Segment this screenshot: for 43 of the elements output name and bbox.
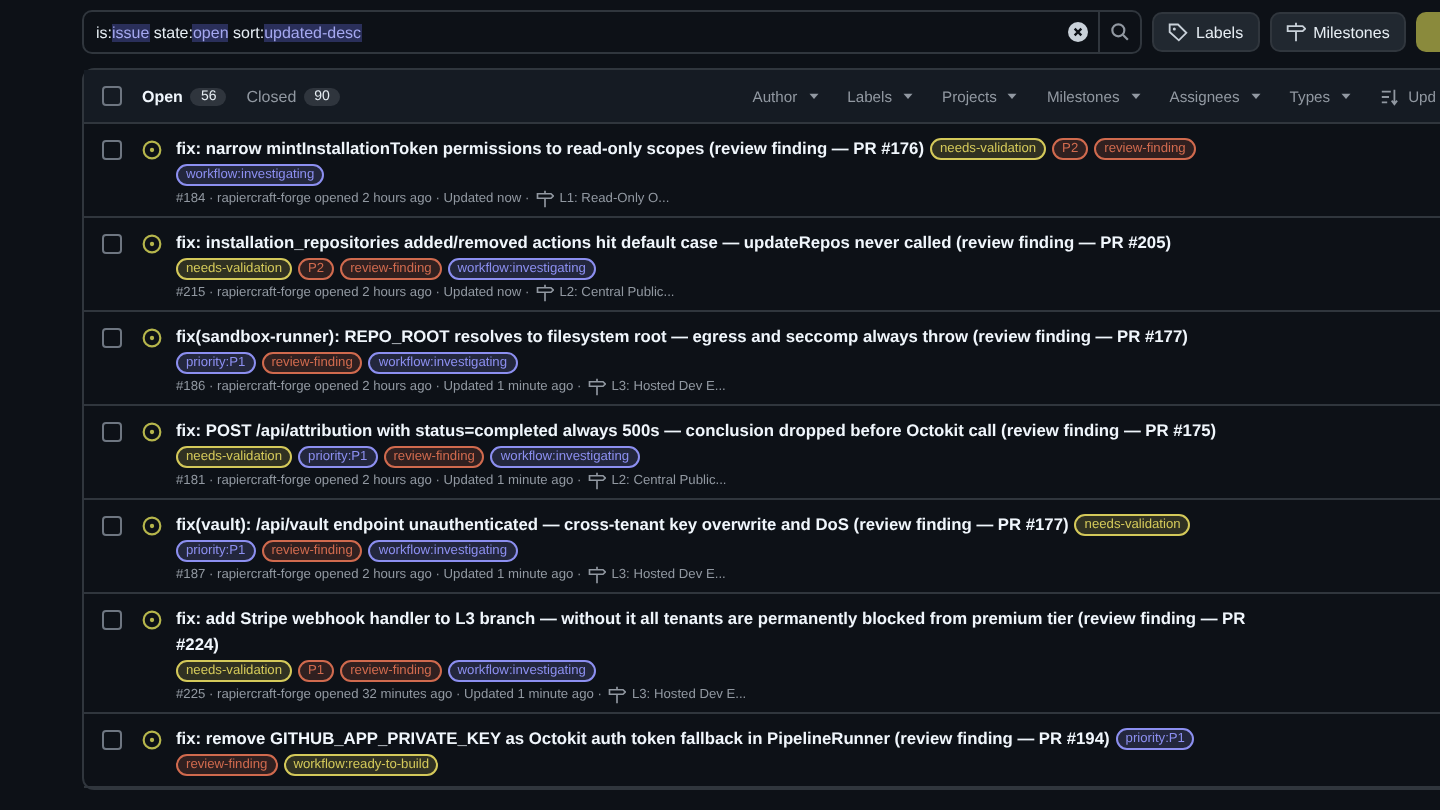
row-checkbox[interactable]	[102, 730, 122, 750]
select-all-checkbox[interactable]	[102, 86, 122, 106]
labels-button[interactable]: Labels	[1152, 12, 1260, 52]
row-checkbox[interactable]	[102, 516, 122, 536]
issue-title-link[interactable]: fix(sandbox-runner): REPO_ROOT resolves to filesystem root — egress and seccomp always throw (review finding — PR #177)	[176, 324, 1188, 350]
clear-icon[interactable]	[1068, 22, 1088, 42]
caret-icon	[1006, 90, 1019, 102]
issue-title-link[interactable]: fix: remove GITHUB_APP_PRIVATE_KEY as Octokit auth token fallback in PipelineRunner (review finding — PR #194)	[176, 726, 1110, 752]
signpost-icon	[587, 566, 606, 584]
caret-icon	[807, 90, 820, 102]
signpost-icon	[535, 284, 554, 302]
row-checkbox[interactable]	[102, 234, 122, 254]
signpost-icon	[1285, 22, 1306, 42]
search-query: is:issue state:open sort:updated-desc	[96, 23, 364, 41]
open-issue-icon	[142, 730, 162, 750]
issue-title-link[interactable]: fix: installation_repositories added/removed actions hit default case — updateRepos never called (review finding — PR #205)	[176, 230, 1172, 256]
caret-icon	[1249, 90, 1262, 102]
caret-icon	[1129, 90, 1142, 102]
signpost-icon	[587, 472, 606, 490]
issue-title-link[interactable]: fix: POST /api/attribution with status=completed always 500s — conclusion dropped before Octokit call (review finding — PR #175)	[176, 418, 1217, 444]
signpost-icon	[587, 378, 606, 396]
milestones-button[interactable]: Milestones	[1269, 12, 1406, 52]
caret-icon	[902, 90, 915, 102]
issue-title-link[interactable]: fix: narrow mintInstallationToken permissions to read-only scopes (review finding — PR #176)	[176, 136, 925, 162]
signpost-icon	[535, 190, 554, 208]
open-issue-icon	[142, 610, 162, 630]
caret-icon	[1340, 90, 1353, 102]
open-issue-icon	[142, 140, 162, 160]
open-issue-icon	[142, 234, 162, 254]
sort-icon	[1380, 87, 1399, 105]
open-issue-icon	[142, 328, 162, 348]
row-checkbox[interactable]	[102, 610, 122, 630]
issue-title-link[interactable]: fix(vault): /api/vault endpoint unauthenticated — cross-tenant key overwrite and DoS (review finding — PR #177)	[176, 512, 1069, 538]
search-icon	[1110, 22, 1130, 42]
signpost-icon	[607, 686, 626, 704]
row-checkbox[interactable]	[102, 422, 122, 442]
row-checkbox[interactable]	[102, 140, 122, 160]
row-checkbox[interactable]	[102, 328, 122, 348]
open-issue-icon	[142, 516, 162, 536]
open-issue-icon	[142, 422, 162, 442]
search-field[interactable]: is:issue state:open sort:updated-desc	[82, 10, 1142, 54]
issue-title-link[interactable]: fix: add Stripe webhook handler to L3 branch — without it all tenants are permanently blocked from premium tier (review finding — PR #224)	[176, 606, 1260, 658]
tag-icon	[1168, 22, 1188, 42]
